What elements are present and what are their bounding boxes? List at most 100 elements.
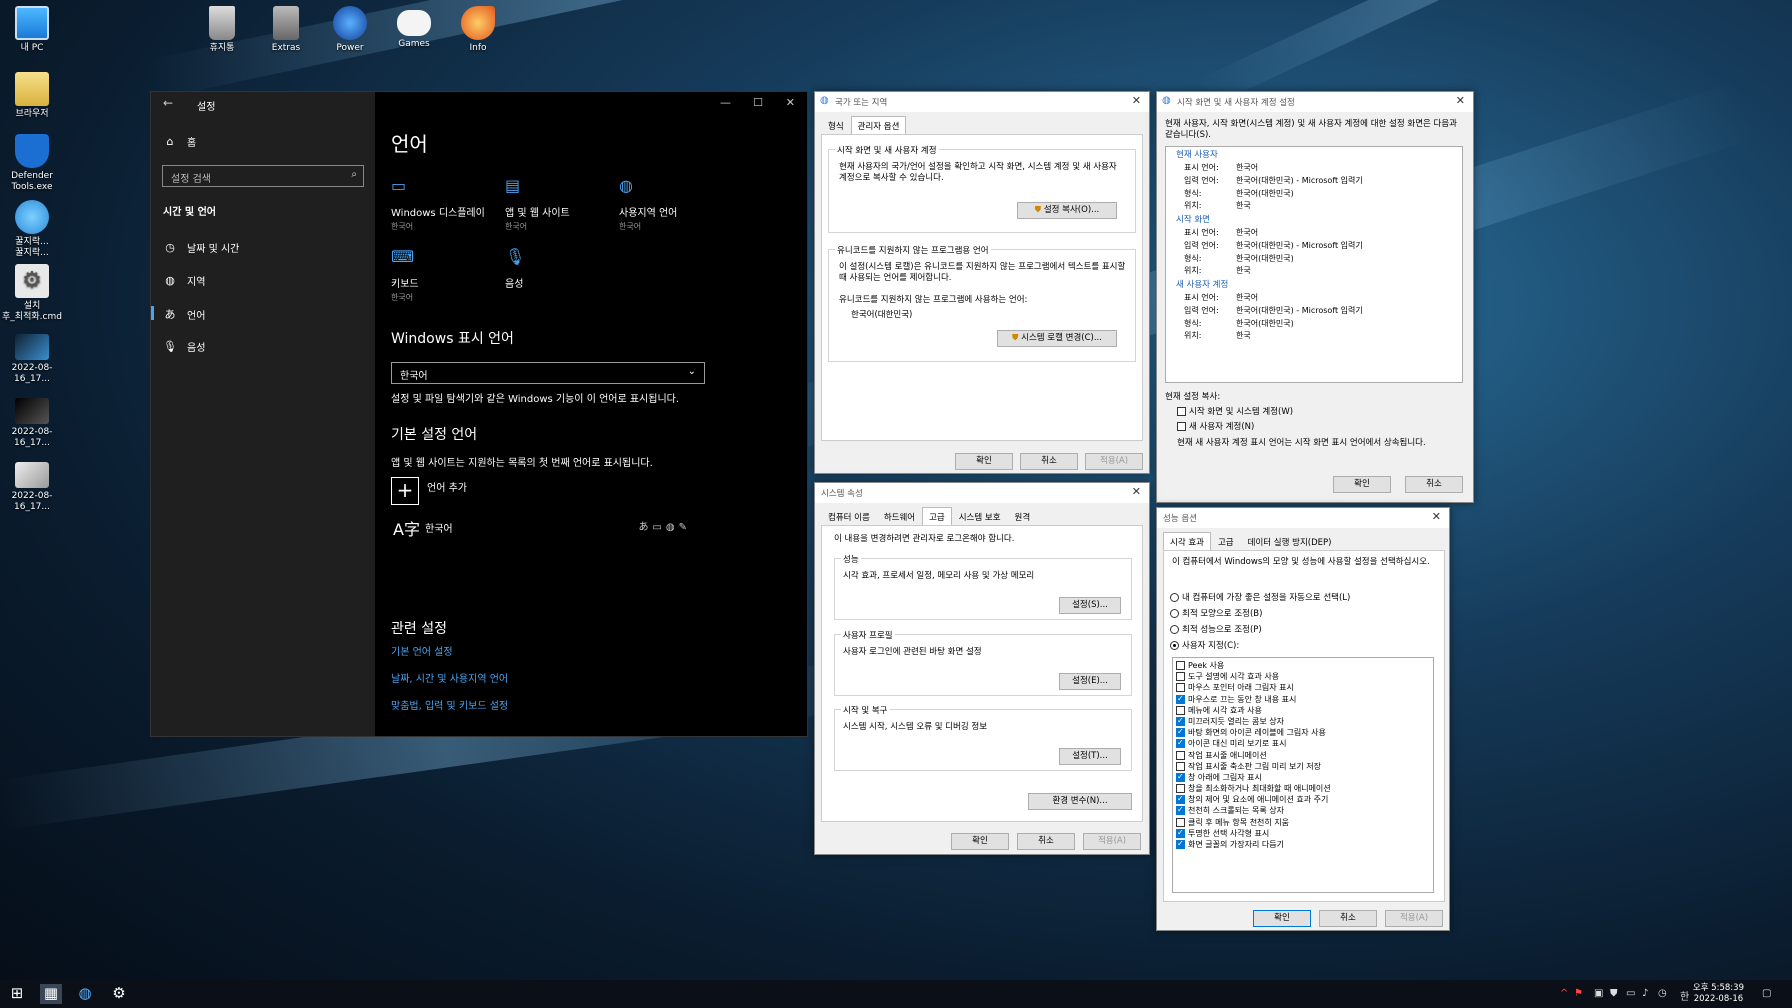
checkbox[interactable] — [1176, 693, 1185, 704]
shield-icon[interactable]: ⛊ — [1610, 988, 1618, 999]
tab-remote[interactable]: 원격 — [1008, 507, 1038, 527]
cancel-button[interactable]: 취소 — [1017, 833, 1075, 850]
visual-effect-option[interactable]: 투명한 선택 사각형 표시 — [1173, 827, 1433, 839]
ok-button[interactable]: 확인 — [1333, 476, 1391, 493]
checkbox[interactable] — [1176, 705, 1185, 715]
visual-effect-option[interactable]: 작업 표시줄 애니메이션 — [1173, 750, 1433, 761]
network-icon[interactable]: ▣ — [1594, 988, 1603, 999]
radio-best-performance[interactable]: 최적 성능으로 조정(P) — [1170, 625, 1262, 636]
link-date-time-region[interactable]: 날짜, 시간 및 사용지역 언어 — [391, 670, 508, 685]
cancel-button[interactable]: 취소 — [1319, 910, 1377, 927]
add-language-button[interactable]: + — [391, 477, 419, 505]
close-icon[interactable]: ✕ — [1432, 510, 1441, 523]
checkbox[interactable] — [1176, 683, 1185, 693]
visual-effect-option[interactable]: 마우스로 끄는 동안 창 내용 표시 — [1173, 693, 1433, 705]
radio-button[interactable] — [1170, 625, 1179, 634]
ok-button[interactable]: 확인 — [951, 833, 1009, 850]
battery-icon[interactable]: ▭ — [1626, 988, 1635, 999]
checkbox[interactable] — [1176, 771, 1185, 782]
desktop-icon-screenshot-2[interactable]: 2022-08-16_17... — [0, 398, 64, 449]
radio-button[interactable] — [1170, 593, 1179, 602]
performance-settings-button[interactable]: 설정(S)... — [1059, 597, 1121, 614]
tab-advanced[interactable]: 고급 — [922, 507, 952, 527]
ie-icon[interactable]: ◍ — [74, 984, 96, 1004]
minimize-icon[interactable]: — — [720, 96, 731, 109]
checkbox[interactable] — [1176, 750, 1185, 760]
checkbox[interactable] — [1176, 838, 1185, 849]
checkbox[interactable] — [1176, 793, 1185, 805]
checkbox[interactable] — [1176, 804, 1185, 816]
visual-effect-option[interactable]: 마우스 포인터 아래 그림자 표시 — [1173, 682, 1433, 693]
visual-effect-option[interactable]: 창 아래에 그림자 표시 — [1173, 771, 1433, 783]
checkbox-new-user[interactable]: 새 사용자 계정(N) — [1177, 422, 1254, 433]
tab-formats[interactable]: 형식 — [821, 116, 851, 136]
checkbox[interactable] — [1177, 407, 1186, 416]
tile-speech[interactable]: 🎙 음성 — [505, 247, 615, 292]
desktop-icon-games[interactable]: Games — [382, 6, 446, 50]
checkbox[interactable] — [1176, 817, 1185, 827]
sidebar-item-date-time[interactable]: ◷ 날짜 및 시간 — [163, 240, 239, 255]
desktop-icon-power[interactable]: Power — [318, 6, 382, 54]
cancel-button[interactable]: 취소 — [1020, 453, 1078, 470]
desktop-icon-browser[interactable]: 브라우저 — [0, 72, 64, 120]
visual-effect-option[interactable]: 화면 글꼴의 가장자리 다듬기 — [1173, 838, 1433, 850]
checkbox[interactable] — [1176, 827, 1185, 838]
maximize-icon[interactable]: ☐ — [753, 96, 763, 109]
tab-visual-effects[interactable]: 시각 효과 — [1163, 532, 1211, 552]
taskbar-clock[interactable]: 오후 5:58:39 2022-08-16 — [1693, 983, 1744, 1005]
visual-effect-option[interactable]: 창의 제어 및 요소에 애니메이션 효과 주기 — [1173, 793, 1433, 805]
change-system-locale-button[interactable]: ⛊ 시스템 로캘 변경(C)... — [997, 330, 1117, 347]
checkbox[interactable] — [1176, 726, 1185, 738]
sidebar-item-speech[interactable]: 🎙 음성 — [163, 339, 205, 354]
tile-keyboard[interactable]: ⌨ 키보드 한국어 — [391, 247, 501, 303]
checkbox[interactable] — [1176, 737, 1185, 749]
profile-settings-button[interactable]: 설정(E)... — [1059, 673, 1121, 690]
tab-system-protection[interactable]: 시스템 보호 — [952, 507, 1008, 527]
back-arrow-icon[interactable]: ← — [163, 96, 173, 110]
radio-button[interactable] — [1170, 609, 1179, 618]
notification-icon[interactable]: ▢ — [1762, 988, 1771, 999]
tab-hardware[interactable]: 하드웨어 — [877, 507, 922, 527]
chevron-up-icon[interactable]: ^ — [1560, 988, 1568, 999]
tile-regional-format[interactable]: ◍ 사용지역 언어 한국어 — [619, 176, 729, 232]
desktop-icon-ie[interactable]: 꿀지락... 꿀지락... — [0, 200, 64, 259]
ok-button[interactable]: 확인 — [955, 453, 1013, 470]
desktop-icon-screenshot-3[interactable]: 2022-08-16_17... — [0, 462, 64, 513]
language-item-korean[interactable]: A字 한국어 あ▭◍✎ — [391, 514, 691, 544]
visual-effect-option[interactable]: 바탕 화면의 아이콘 레이블에 그림자 사용 — [1173, 726, 1433, 738]
close-icon[interactable]: ✕ — [786, 96, 795, 109]
radio-custom[interactable]: 사용자 지정(C): — [1170, 641, 1239, 652]
add-language-label[interactable]: 언어 추가 — [427, 479, 467, 494]
start-windows-icon[interactable]: ⊞ — [6, 984, 28, 1004]
startup-settings-button[interactable]: 설정(T)... — [1059, 748, 1121, 765]
checkbox[interactable] — [1176, 661, 1185, 670]
link-default-language[interactable]: 기본 언어 설정 — [391, 643, 453, 658]
desktop-icon-screenshot-1[interactable]: 2022-08-16_17... — [0, 334, 64, 385]
tab-advanced[interactable]: 고급 — [1211, 532, 1241, 552]
visual-effects-list[interactable]: Peek 사용도구 설명에 시각 효과 사용마우스 포인터 아래 그림자 표시마… — [1172, 657, 1434, 893]
checkbox-welcome-system[interactable]: 시작 화면 및 시스템 계정(W) — [1177, 407, 1293, 418]
desktop-icon-my-pc[interactable]: 내 PC — [0, 6, 64, 54]
settings-search-input[interactable]: 설정 검색 ⌕ — [162, 165, 364, 187]
visual-effect-option[interactable]: 미끄러지듯 열리는 콤보 상자 — [1173, 715, 1433, 727]
display-language-dropdown[interactable]: 한국어 ⌄ — [391, 362, 705, 384]
tile-windows-display[interactable]: ▭ Windows 디스플레이 한국어 — [391, 176, 501, 232]
close-icon[interactable]: ✕ — [1132, 485, 1141, 498]
visual-effect-option[interactable]: 작업 표시줄 축소판 그림 미리 보기 저장 — [1173, 761, 1433, 772]
desktop-icon-cmd[interactable]: ⚙ 설치 후_최적화.cmd — [0, 264, 64, 323]
close-icon[interactable]: ✕ — [1132, 94, 1141, 107]
apply-button[interactable]: 적용(A) — [1085, 453, 1143, 470]
checkbox[interactable] — [1176, 672, 1185, 682]
flag-icon[interactable]: ⚑ — [1574, 988, 1583, 999]
visual-effect-option[interactable]: 창을 최소화하거나 최대화할 때 애니메이션 — [1173, 783, 1433, 794]
link-spelling-typing-keyboard[interactable]: 맞춤법, 입력 및 키보드 설정 — [391, 697, 508, 712]
search-icon[interactable]: ⌕ — [351, 169, 357, 180]
radio-best-appearance[interactable]: 최적 모양으로 조정(B) — [1170, 609, 1262, 620]
sidebar-item-region[interactable]: ◍ 지역 — [163, 273, 205, 288]
tile-apps-websites[interactable]: ▤ 앱 및 웹 사이트 한국어 — [505, 176, 615, 232]
desktop-icon-extras[interactable]: Extras — [254, 6, 318, 54]
visual-effect-option[interactable]: 클릭 후 메뉴 항목 천천히 지움 — [1173, 817, 1433, 828]
environment-variables-button[interactable]: 환경 변수(N)... — [1028, 793, 1132, 810]
speaker-icon[interactable]: ♪ — [1642, 988, 1648, 999]
tab-dep[interactable]: 데이터 실행 방지(DEP) — [1241, 532, 1339, 552]
